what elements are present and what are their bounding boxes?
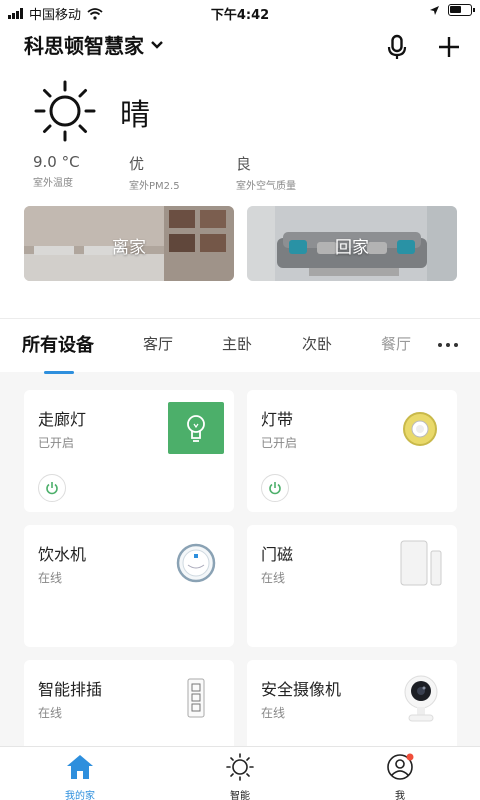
power-button[interactable] bbox=[38, 474, 66, 502]
room-tabs: 所有设备 客厅 主卧 次卧 餐厅 bbox=[0, 318, 480, 374]
device-card-hallway-light[interactable]: 走廊灯 已开启 bbox=[24, 390, 234, 512]
status-time: 下午4:42 bbox=[210, 8, 270, 23]
nav-label: 智能 bbox=[230, 791, 250, 800]
microphone-icon[interactable] bbox=[384, 34, 410, 60]
chevron-down-icon bbox=[151, 40, 163, 49]
add-icon[interactable] bbox=[436, 34, 462, 60]
weather-condition: 晴 bbox=[120, 98, 150, 133]
device-status: 在线 bbox=[261, 706, 286, 720]
scene-leave-home-button[interactable]: 离家 bbox=[24, 206, 234, 281]
scene-back-home-label: 回家 bbox=[335, 238, 369, 258]
location-arrow-icon bbox=[430, 5, 439, 15]
device-name: 安全摄像机 bbox=[261, 680, 342, 699]
device-name: 饮水机 bbox=[38, 545, 87, 564]
device-status: 在线 bbox=[38, 706, 63, 720]
outdoor-air-quality: 良 室外空气质量 bbox=[236, 155, 296, 192]
scene-leave-home-label: 离家 bbox=[112, 238, 146, 258]
home-icon bbox=[67, 755, 93, 779]
outdoor-pm25: 优 室外PM2.5 bbox=[129, 155, 180, 192]
door-sensor-icon bbox=[400, 540, 442, 586]
bottom-nav: 我的家 智能 我 bbox=[0, 746, 480, 800]
status-bar: 中国移动 下午4:42 bbox=[0, 0, 480, 24]
device-name: 智能排插 bbox=[38, 680, 103, 699]
device-status: 已开启 bbox=[261, 436, 298, 450]
tab-dining-room[interactable]: 餐厅 bbox=[381, 333, 411, 354]
device-card-water-dispenser[interactable]: 饮水机 在线 bbox=[24, 525, 234, 647]
device-status: 已开启 bbox=[38, 436, 75, 450]
outdoor-temperature: 9.0 °C 室外温度 bbox=[33, 153, 80, 189]
device-name: 灯带 bbox=[261, 410, 294, 429]
light-strip-icon bbox=[403, 412, 437, 446]
water-dispenser-icon bbox=[176, 543, 216, 583]
nav-my-home[interactable]: 我的家 bbox=[40, 753, 120, 800]
device-name: 走廊灯 bbox=[38, 410, 87, 429]
power-icon bbox=[46, 482, 58, 495]
user-icon bbox=[387, 753, 414, 780]
notification-badge bbox=[406, 753, 414, 761]
device-status: 在线 bbox=[261, 571, 286, 585]
power-icon bbox=[269, 482, 281, 495]
battery-icon bbox=[448, 4, 475, 16]
power-button[interactable] bbox=[261, 474, 289, 502]
scene-back-home-button[interactable]: 回家 bbox=[247, 206, 457, 281]
sun-outline-icon bbox=[226, 753, 254, 781]
sun-icon bbox=[34, 80, 96, 142]
nav-label: 我的家 bbox=[65, 791, 95, 800]
tab-second-bedroom[interactable]: 次卧 bbox=[302, 333, 332, 354]
device-card-light-strip[interactable]: 灯带 已开启 bbox=[247, 390, 457, 512]
bulb-icon bbox=[168, 402, 224, 454]
nav-label: 我 bbox=[395, 791, 405, 800]
nav-smart[interactable]: 智能 bbox=[200, 753, 280, 800]
device-status: 在线 bbox=[38, 571, 63, 585]
tab-all-devices[interactable]: 所有设备 bbox=[22, 331, 94, 357]
tab-master-bedroom[interactable]: 主卧 bbox=[222, 333, 252, 354]
home-selector[interactable]: 科思顿智慧家 bbox=[24, 30, 164, 59]
tab-living-room[interactable]: 客厅 bbox=[143, 333, 173, 354]
more-tabs-icon[interactable] bbox=[438, 343, 458, 347]
nav-me[interactable]: 我 bbox=[360, 753, 440, 800]
home-name: 科思顿智慧家 bbox=[24, 34, 144, 58]
device-name: 门磁 bbox=[261, 545, 294, 564]
camera-icon bbox=[404, 675, 438, 722]
device-card-door-sensor[interactable]: 门磁 在线 bbox=[247, 525, 457, 647]
active-tab-indicator bbox=[44, 371, 74, 374]
power-strip-icon bbox=[187, 678, 205, 718]
